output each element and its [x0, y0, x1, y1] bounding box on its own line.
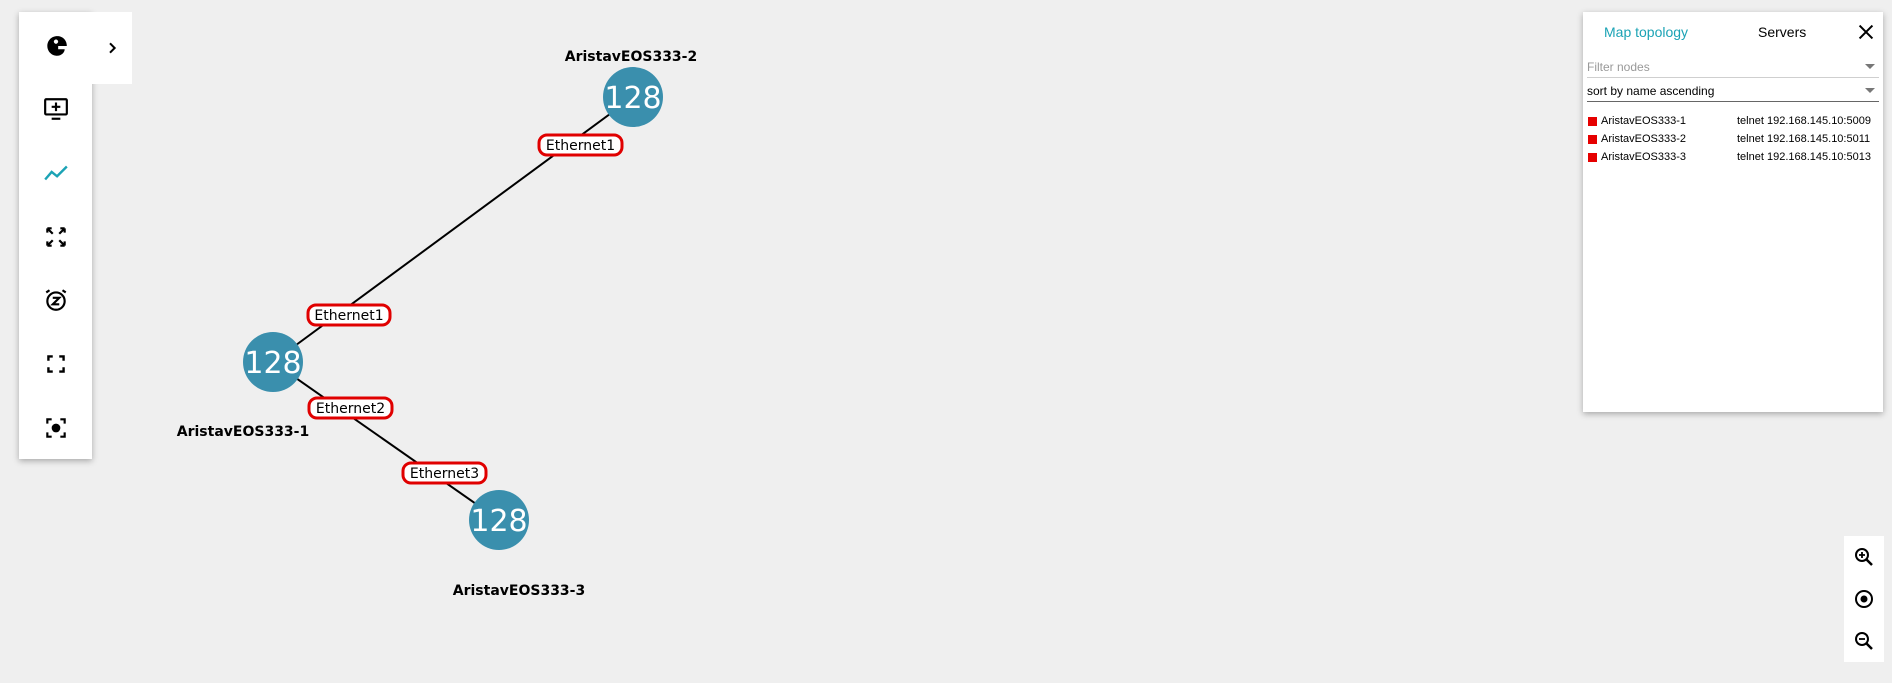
interface-label[interactable]: Ethernet1	[537, 133, 624, 157]
sort-select-value[interactable]: sort by name ascending	[1587, 84, 1714, 98]
chevron-right-icon	[109, 42, 117, 54]
list-item[interactable]: AristavEOS333-2 telnet 192.168.145.10:50…	[1583, 130, 1883, 148]
node-aristaveos333-1[interactable]: 128 AristavEOS333-1	[177, 332, 309, 440]
filter-nodes-field[interactable]: Filter nodes	[1587, 54, 1879, 78]
status-stopped-icon	[1588, 135, 1597, 144]
node-list: AristavEOS333-1 telnet 192.168.145.10:50…	[1583, 112, 1883, 166]
add-node-monitor-icon	[43, 98, 68, 120]
fit-to-screen-icon	[45, 227, 66, 247]
snooze-alarm-icon	[45, 289, 66, 311]
node-name: AristavEOS333-2	[1601, 133, 1686, 145]
status-stopped-icon	[1588, 153, 1597, 162]
topology-chart-icon	[43, 165, 68, 181]
add-link-button[interactable]	[19, 148, 92, 198]
status-stopped-icon	[1588, 117, 1597, 126]
fullscreen-button[interactable]	[19, 339, 92, 389]
link-eos1-eos3[interactable]	[272, 361, 500, 521]
toolbar-expand-button[interactable]	[92, 12, 132, 84]
tab-servers[interactable]: Servers	[1758, 24, 1806, 40]
dropdown-arrow-icon[interactable]	[1865, 64, 1875, 69]
interface-label[interactable]: Ethernet1	[306, 303, 392, 327]
node-name: AristavEOS333-1	[1601, 115, 1686, 127]
screenshot-capture-icon	[45, 418, 66, 438]
interface-label-text: Ethernet2	[316, 401, 385, 417]
dropdown-arrow-icon[interactable]	[1865, 88, 1875, 93]
gns3-logo-icon	[46, 36, 67, 56]
node-label[interactable]: AristavEOS333-2	[565, 49, 697, 65]
reset-zoom-button[interactable]	[1844, 578, 1884, 620]
panel-tabs: Map topology Servers	[1583, 12, 1883, 54]
interface-label[interactable]: Ethernet3	[401, 461, 488, 485]
close-icon[interactable]	[1855, 21, 1877, 43]
topology-summary-panel: Map topology Servers Filter nodes sort b…	[1583, 12, 1883, 412]
node-badge: 128	[470, 504, 527, 539]
snooze-button[interactable]	[19, 275, 92, 325]
zoom-out-icon	[1855, 632, 1873, 650]
node-name: AristavEOS333-3	[1601, 151, 1686, 163]
node-aristaveos333-2[interactable]: 128 AristavEOS333-2	[565, 49, 697, 127]
node-label[interactable]: AristavEOS333-3	[453, 583, 585, 599]
filter-nodes-input[interactable]: Filter nodes	[1587, 60, 1650, 74]
interface-label-text: Ethernet1	[314, 308, 383, 324]
console-address[interactable]: telnet 192.168.145.10:5013	[1737, 151, 1871, 163]
list-item[interactable]: AristavEOS333-1 telnet 192.168.145.10:50…	[1583, 112, 1883, 130]
zoom-in-button[interactable]	[1844, 536, 1884, 578]
list-item[interactable]: AristavEOS333-3 telnet 192.168.145.10:50…	[1583, 148, 1883, 166]
left-toolbar	[19, 12, 92, 459]
add-node-button[interactable]	[19, 84, 92, 134]
node-label[interactable]: AristavEOS333-1	[177, 424, 309, 440]
interface-label-text: Ethernet1	[546, 138, 615, 154]
tab-map-topology[interactable]: Map topology	[1604, 24, 1688, 40]
console-address[interactable]: telnet 192.168.145.10:5011	[1737, 133, 1870, 145]
interface-label[interactable]: Ethernet2	[307, 396, 394, 420]
fit-to-screen-button[interactable]	[19, 212, 92, 262]
node-badge: 128	[244, 346, 301, 381]
zoom-out-button[interactable]	[1844, 620, 1884, 662]
gns3-logo-button[interactable]	[19, 21, 92, 71]
zoom-in-icon	[1855, 548, 1873, 566]
node-badge: 128	[604, 81, 661, 116]
node-aristaveos333-3[interactable]: 128 AristavEOS333-3	[453, 490, 585, 599]
interface-label-text: Ethernet3	[410, 466, 479, 482]
fullscreen-icon	[46, 355, 65, 373]
sort-select[interactable]: sort by name ascending	[1587, 78, 1879, 102]
console-address[interactable]: telnet 192.168.145.10:5009	[1737, 115, 1871, 127]
reset-zoom-icon	[1855, 590, 1873, 608]
screenshot-button[interactable]	[19, 403, 92, 453]
